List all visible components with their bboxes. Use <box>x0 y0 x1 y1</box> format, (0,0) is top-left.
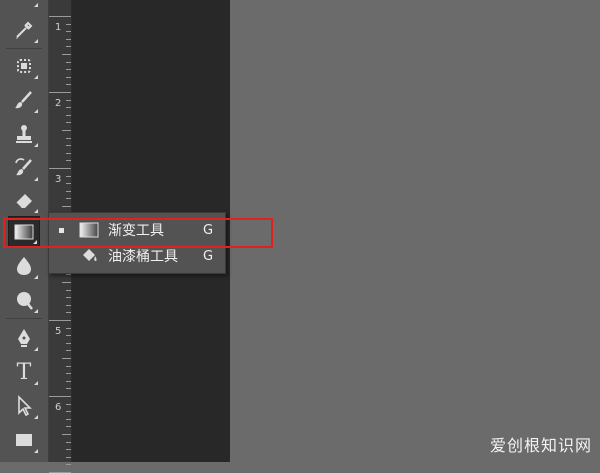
ruler-tick <box>66 297 71 299</box>
ruler-tick <box>66 69 71 71</box>
ruler-tick <box>66 198 71 200</box>
ruler-number: 6 <box>55 402 62 413</box>
eyedropper-tool[interactable] <box>8 14 40 46</box>
clone-stamp-tool[interactable] <box>8 118 40 150</box>
ruler-tick <box>66 84 71 86</box>
ruler-tick <box>66 449 71 451</box>
ruler-tick <box>66 46 71 48</box>
ruler-tick <box>66 76 71 78</box>
ruler-tick <box>49 16 71 17</box>
type-tool[interactable]: T <box>8 356 40 388</box>
path-selection-tool[interactable] <box>8 390 40 422</box>
ruler-tick <box>66 289 71 291</box>
ruler-number: 5 <box>55 326 62 337</box>
ruler-tick <box>66 61 71 63</box>
ruler-tick <box>66 418 71 420</box>
ruler-tick <box>66 122 71 124</box>
blur-tool[interactable] <box>8 250 40 282</box>
ruler-tick <box>66 403 71 405</box>
flyout-item-label: 油漆桶工具 <box>108 249 178 265</box>
ruler-tick <box>66 342 71 344</box>
type-icon: T <box>16 359 32 385</box>
ruler-tick <box>66 335 71 337</box>
dodge-tool[interactable] <box>8 284 40 316</box>
ruler-tick <box>62 282 71 283</box>
ruler-number: 1 <box>55 22 62 33</box>
ruler-tick <box>62 130 71 131</box>
ruler-tick <box>66 327 71 329</box>
ruler-tick <box>66 107 71 109</box>
ruler-tick <box>66 38 71 40</box>
ruler-tick <box>66 99 71 101</box>
shortcut-key: G <box>203 248 214 264</box>
ruler-tick <box>66 190 71 192</box>
ruler-tick <box>66 274 71 276</box>
history-brush-tool[interactable] <box>8 152 40 184</box>
ruler-tick <box>49 396 71 397</box>
ruler-tick <box>66 31 71 33</box>
ruler-tick <box>66 152 71 154</box>
ruler-tick <box>66 441 71 443</box>
ruler-tick <box>66 464 71 466</box>
ruler-tick <box>66 411 71 413</box>
ruler-tick <box>66 426 71 428</box>
ruler-tick <box>66 23 71 25</box>
ruler-tick <box>66 388 71 390</box>
ruler-tick <box>66 114 71 116</box>
ruler-tick <box>62 434 71 435</box>
pen-tool[interactable] <box>8 322 40 354</box>
ruler-tick <box>66 350 71 352</box>
partial-tool-top[interactable] <box>8 2 40 10</box>
ruler-number: 3 <box>55 174 62 185</box>
ruler-tick <box>49 92 71 93</box>
ruler-tick <box>66 160 71 162</box>
ruler-tick <box>66 380 71 382</box>
ruler-tick <box>66 145 71 147</box>
ruler-tick <box>62 358 71 359</box>
ruler-number: 2 <box>55 98 62 109</box>
workspace-background <box>230 0 600 462</box>
brush-tool[interactable] <box>8 84 40 116</box>
ruler-tick <box>66 137 71 139</box>
rectangle-tool[interactable] <box>8 424 40 456</box>
ruler-tick <box>49 320 71 321</box>
ruler-tick <box>66 365 71 367</box>
highlight-annotation-box <box>3 218 273 248</box>
ruler-tick <box>66 175 71 177</box>
ruler-tick <box>62 206 71 207</box>
ruler-tick <box>66 183 71 185</box>
ruler-tick <box>49 168 71 169</box>
ruler-tick <box>66 373 71 375</box>
watermark-text: 爱创根知识网 <box>489 436 592 455</box>
ruler-tick <box>66 304 71 306</box>
eraser-tool[interactable] <box>8 184 40 216</box>
healing-brush-tool[interactable] <box>8 50 40 82</box>
ruler-tick <box>66 456 71 458</box>
ruler-tick <box>62 54 71 55</box>
ruler-tick <box>66 312 71 314</box>
paint-bucket-icon <box>78 247 100 265</box>
